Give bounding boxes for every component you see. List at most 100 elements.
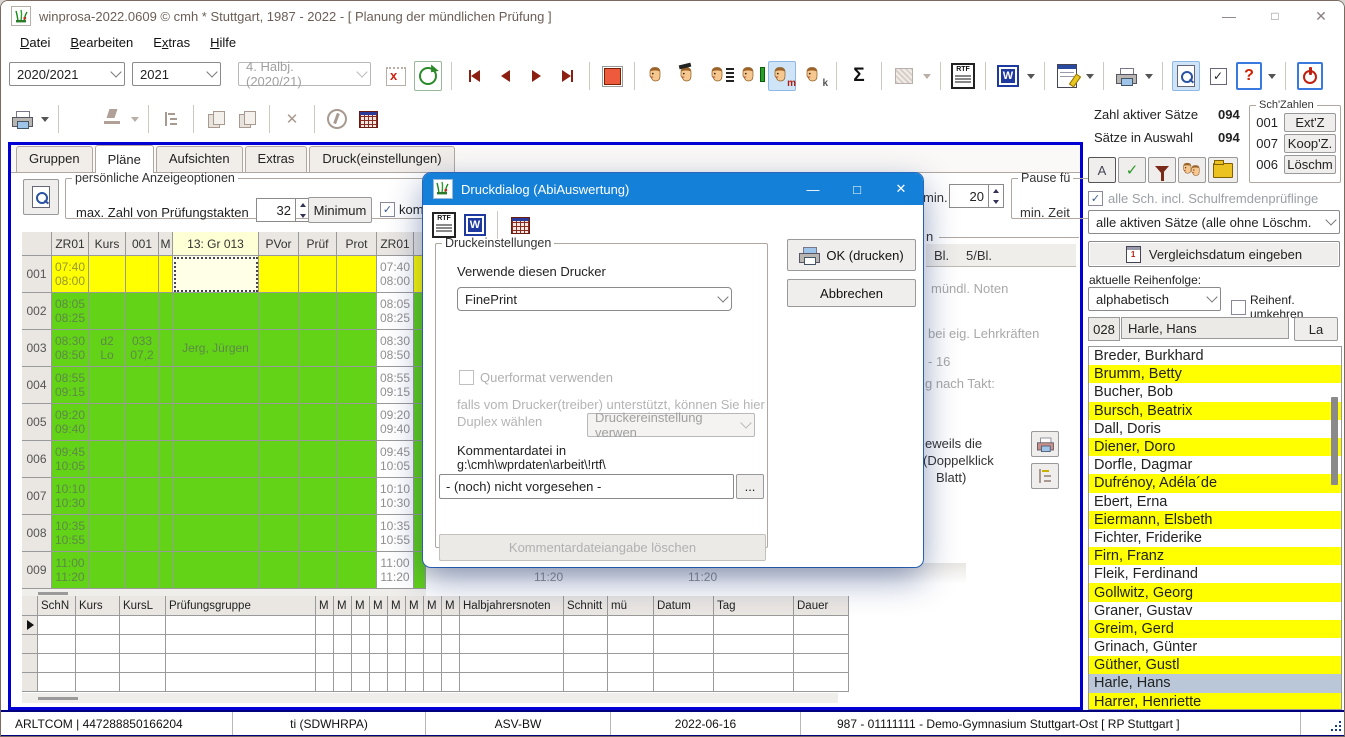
word-export-icon[interactable]: W: [995, 62, 1021, 90]
student-list-item[interactable]: Breder, Burkhard: [1089, 347, 1341, 365]
word-export-icon[interactable]: W: [462, 211, 488, 239]
print-preview-icon[interactable]: [1172, 61, 1200, 91]
students-button[interactable]: [1178, 157, 1206, 183]
student-list-icon[interactable]: [706, 62, 732, 90]
abijahr-select[interactable]: 2021: [132, 62, 221, 86]
grid-cell-pruefungsgruppe[interactable]: [173, 441, 259, 478]
vergleichsdatum-button[interactable]: Vergleichsdatum eingeben: [1088, 241, 1340, 267]
folder-button[interactable]: [1208, 157, 1238, 183]
schuljahr-select[interactable]: 2020/2021: [9, 62, 125, 86]
grid-cell-pruefungsgruppe[interactable]: [173, 293, 259, 330]
tab-gruppen[interactable]: Gruppen: [16, 146, 93, 172]
student-list-item[interactable]: Gollwitz, Georg: [1089, 583, 1341, 601]
student-list-item[interactable]: Dall, Doris: [1089, 420, 1341, 438]
student-hat-icon[interactable]: [675, 62, 701, 90]
grid-cell-pruefungsgruppe[interactable]: Jerg, Jürgen: [173, 330, 259, 367]
student-list-item[interactable]: Fleik, Ferdinand: [1089, 565, 1341, 583]
reihenfolge-select[interactable]: alphabetisch: [1088, 287, 1221, 311]
refresh-icon[interactable]: [414, 61, 442, 91]
first-record-icon[interactable]: [461, 62, 487, 90]
tab-extras[interactable]: Extras: [245, 146, 308, 172]
rtf-export-icon[interactable]: RTF: [431, 211, 457, 239]
chevron-down-icon[interactable]: [1027, 74, 1035, 79]
filter-funnel-button[interactable]: [1148, 157, 1176, 183]
print-icon[interactable]: [9, 105, 35, 133]
student-list-item[interactable]: Dufrénoy, Adéla´de: [1089, 474, 1341, 492]
schzahlen-button[interactable]: Löschm: [1284, 155, 1336, 174]
print-icon[interactable]: [1113, 62, 1139, 90]
next-record-icon[interactable]: [523, 62, 549, 90]
student-k-icon[interactable]: k: [801, 62, 827, 90]
sum-icon[interactable]: Σ: [846, 62, 872, 90]
student-list-item[interactable]: Harle, Hans: [1089, 674, 1341, 692]
printer-select[interactable]: FinePrint: [457, 287, 732, 311]
student-list-item[interactable]: Firn, Franz: [1089, 547, 1341, 565]
last-record-icon[interactable]: [554, 62, 580, 90]
stop-icon[interactable]: [599, 62, 625, 90]
chevron-down-icon[interactable]: [1145, 74, 1153, 79]
help-icon[interactable]: ?: [1236, 62, 1262, 90]
schulfremde-checkbox[interactable]: ✓alle Sch. incl. Schulfremdenprüflinge: [1088, 191, 1318, 206]
print-small-button[interactable]: [1031, 431, 1059, 457]
student-m-icon[interactable]: m: [768, 61, 796, 91]
student-list-item[interactable]: Grinach, Günter: [1089, 638, 1341, 656]
dialog-minimize-button[interactable]: —: [791, 173, 835, 205]
student-list-item[interactable]: Diener, Doro: [1089, 438, 1341, 456]
prev-record-icon[interactable]: [492, 62, 518, 90]
cancel-button[interactable]: Abbrechen: [787, 279, 916, 307]
student-list-item[interactable]: Harrer, Henriette: [1089, 693, 1341, 710]
student-list-item[interactable]: Bursch, Beatrix: [1089, 402, 1341, 420]
minimize-button[interactable]: —: [1206, 2, 1252, 30]
grid-icon[interactable]: [355, 105, 381, 133]
power-icon[interactable]: [1295, 62, 1325, 90]
tree-small-button[interactable]: [1031, 463, 1059, 489]
resize-grip[interactable]: [1328, 718, 1341, 731]
menu-datei[interactable]: Datei: [11, 33, 59, 52]
grid-cell-pruefungsgruppe[interactable]: [173, 478, 259, 515]
chevron-down-icon[interactable]: [1268, 74, 1276, 79]
schzahlen-button[interactable]: Koop'Z.: [1284, 134, 1336, 153]
min-spinner[interactable]: 20: [949, 184, 1004, 208]
browse-button[interactable]: ...: [736, 474, 764, 499]
close-button[interactable]: ✕: [1298, 2, 1344, 30]
tab-druck(einstellungen)[interactable]: Druck(einstellungen): [309, 146, 454, 172]
la-button[interactable]: La: [1294, 317, 1338, 341]
rtf-export-icon[interactable]: RTF: [950, 62, 976, 90]
grid-cell-pruefungsgruppe[interactable]: [173, 515, 259, 552]
grid-cell-pruefungsgruppe[interactable]: [173, 256, 259, 293]
student-list-item[interactable]: Greim, Gerd: [1089, 620, 1341, 638]
menu-extras[interactable]: Extras: [144, 33, 199, 52]
student-list-item[interactable]: Eiermann, Elsbeth: [1089, 511, 1341, 529]
takt-spinner[interactable]: 32: [256, 198, 311, 222]
table-hscrollbar[interactable]: [22, 693, 838, 703]
menu-bearbeiten[interactable]: Bearbeiten: [61, 33, 142, 52]
grid-cell-pruefungsgruppe[interactable]: [173, 552, 259, 589]
schzahlen-button[interactable]: Ext'Z: [1284, 113, 1336, 132]
saetze-select[interactable]: alle aktiven Sätze (alle ohne Löschm.: [1088, 210, 1340, 234]
student-list-item[interactable]: Graner, Gustav: [1089, 602, 1341, 620]
check-button[interactable]: ✓: [1118, 157, 1146, 183]
table-row[interactable]: [22, 654, 849, 673]
grid-cell-pruefungsgruppe[interactable]: [173, 367, 259, 404]
ok-print-button[interactable]: OK (drucken): [787, 239, 916, 271]
delete-window-icon[interactable]: x: [383, 62, 409, 90]
grid-hscrollbar[interactable]: [22, 589, 426, 596]
maximize-button[interactable]: □: [1252, 2, 1298, 30]
chevron-down-icon[interactable]: [1086, 74, 1094, 79]
minimum-button[interactable]: Minimum: [308, 197, 372, 223]
student-list-item[interactable]: Güther, Gustl: [1089, 656, 1341, 674]
grid-cell-pruefungsgruppe[interactable]: [173, 404, 259, 441]
student-icon[interactable]: [644, 62, 670, 90]
menu-hilfe[interactable]: Hilfe: [201, 33, 245, 52]
list-scrollbar[interactable]: [1331, 397, 1338, 485]
table-row[interactable]: [22, 635, 849, 654]
tab-aufsichten[interactable]: Aufsichten: [156, 146, 243, 172]
zoom-page-button[interactable]: [23, 179, 59, 215]
chevron-down-icon[interactable]: [41, 117, 49, 122]
report-icon[interactable]: [1054, 62, 1080, 90]
student-list-item[interactable]: Bucher, Bob: [1089, 383, 1341, 401]
comment-file-input[interactable]: - (noch) nicht vorgesehen -: [439, 474, 734, 499]
tab-pläne[interactable]: Pläne: [95, 145, 154, 173]
dialog-close-button[interactable]: ✕: [879, 173, 923, 205]
table-row[interactable]: [22, 673, 849, 692]
